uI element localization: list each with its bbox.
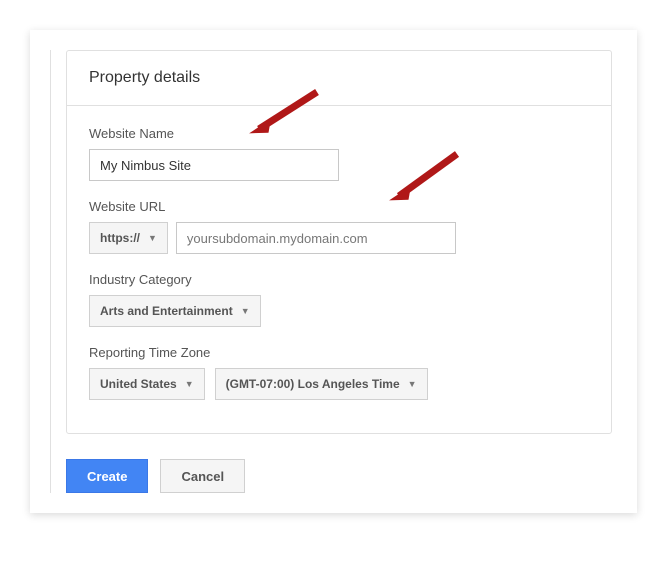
protocol-dropdown[interactable]: https:// ▼	[89, 222, 168, 254]
card-header: Property details	[67, 51, 611, 106]
card-body: Website Name Website URL https:// ▼ Indu…	[67, 106, 611, 433]
time-zone-row: United States ▼ (GMT-07:00) Los Angeles …	[89, 368, 589, 400]
industry-category-group: Industry Category Arts and Entertainment…	[89, 272, 589, 327]
timezone-value: (GMT-07:00) Los Angeles Time	[226, 377, 400, 391]
website-name-input[interactable]	[89, 149, 339, 181]
industry-category-value: Arts and Entertainment	[100, 304, 233, 318]
create-button[interactable]: Create	[66, 459, 148, 493]
caret-down-icon: ▼	[185, 379, 194, 389]
caret-down-icon: ▼	[241, 306, 250, 316]
website-url-group: Website URL https:// ▼	[89, 199, 589, 254]
timezone-dropdown[interactable]: (GMT-07:00) Los Angeles Time ▼	[215, 368, 428, 400]
country-value: United States	[100, 377, 177, 391]
website-name-group: Website Name	[89, 126, 589, 181]
page-container: Property details Website Name Website UR…	[30, 30, 637, 513]
website-name-label: Website Name	[89, 126, 589, 141]
content-wrapper: Property details Website Name Website UR…	[50, 50, 612, 493]
cancel-button[interactable]: Cancel	[160, 459, 245, 493]
property-details-card: Property details Website Name Website UR…	[66, 50, 612, 434]
url-row: https:// ▼	[89, 222, 589, 254]
time-zone-label: Reporting Time Zone	[89, 345, 589, 360]
website-url-label: Website URL	[89, 199, 589, 214]
caret-down-icon: ▼	[148, 233, 157, 243]
actions-row: Create Cancel	[66, 459, 612, 493]
industry-category-label: Industry Category	[89, 272, 589, 287]
caret-down-icon: ▼	[408, 379, 417, 389]
card-title: Property details	[89, 69, 589, 87]
country-dropdown[interactable]: United States ▼	[89, 368, 205, 400]
industry-category-dropdown[interactable]: Arts and Entertainment ▼	[89, 295, 261, 327]
time-zone-group: Reporting Time Zone United States ▼ (GMT…	[89, 345, 589, 400]
protocol-value: https://	[100, 231, 140, 245]
website-url-input[interactable]	[176, 222, 456, 254]
